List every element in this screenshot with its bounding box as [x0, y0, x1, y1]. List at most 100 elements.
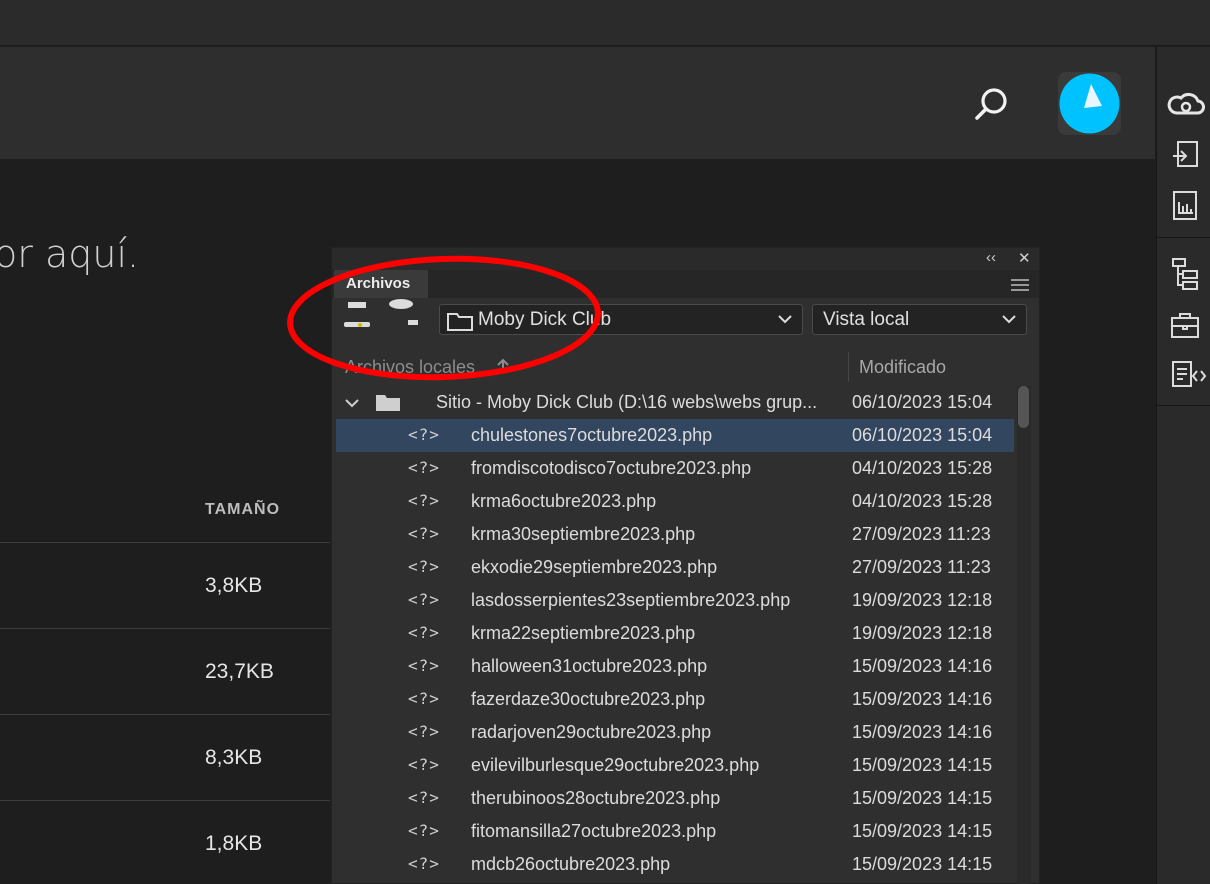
php-file-icon: <?> — [408, 524, 440, 543]
file-modified-date: 15/09/2023 14:16 — [852, 722, 993, 742]
site-root-row[interactable]: Sitio - Moby Dick Club (D:\16 webs\webs … — [336, 386, 1014, 419]
file-name: lasdosserpientes23septiembre2023.php — [471, 590, 791, 610]
scrollbar-thumb[interactable] — [1018, 386, 1029, 428]
size-value: 8,3KB — [205, 746, 263, 769]
file-row[interactable]: <?> fromdiscotodisco7octubre2023.php 04/10… — [336, 452, 1014, 485]
toolbar-divider — [1157, 237, 1210, 238]
collapse-panel-button[interactable]: ‹‹ — [986, 249, 996, 266]
file-modified-date: 15/09/2023 14:16 — [852, 656, 993, 676]
vertical-scrollbar[interactable] — [1017, 386, 1031, 884]
toolbar-divider — [1157, 405, 1210, 406]
site-select[interactable]: Moby Dick Club — [439, 304, 803, 335]
php-file-icon: <?> — [408, 557, 440, 576]
php-file-icon: <?> — [408, 821, 440, 840]
php-file-icon: <?> — [408, 689, 440, 708]
php-file-icon: <?> — [408, 722, 440, 741]
transfer-icon — [389, 299, 418, 325]
files-toolbar: Moby Dick Club Vista local — [332, 298, 1039, 343]
file-row[interactable]: <?> evilevilburlesque29octubre2023.php 15/… — [336, 749, 1014, 782]
plug-icon — [344, 302, 370, 327]
file-name: krma30septiembre2023.php — [471, 524, 696, 544]
php-file-icon: <?> — [408, 425, 440, 444]
hamburger-icon — [1011, 279, 1029, 291]
file-name: krma22septiembre2023.php — [471, 623, 696, 643]
file-row[interactable]: <?> fazerdaze30octubre2023.php 15/09/2023 … — [336, 683, 1014, 716]
files-panel: ‹‹ ✕ Archivos Moby Dick Club Vista local… — [331, 247, 1040, 884]
column-local-files[interactable]: Archivos locales — [345, 357, 475, 378]
size-value: 23,7KB — [205, 660, 274, 683]
chevron-down-icon — [778, 315, 792, 324]
file-name: radarjoven29octubre2023.php — [471, 722, 712, 742]
search-button[interactable] — [970, 83, 1014, 127]
file-name: fazerdaze30octubre2023.php — [471, 689, 706, 709]
tab-archivos[interactable]: Archivos — [334, 270, 428, 298]
assets-icon[interactable] — [1169, 309, 1201, 341]
php-file-icon: <?> — [408, 491, 440, 510]
file-row[interactable]: <?> ekxodie29septiembre2023.php 27/09/2023… — [336, 551, 1014, 584]
file-row[interactable]: <?> krma6octubre2023.php 04/10/2023 15:28 — [336, 485, 1014, 518]
file-name: fitomansilla27octubre2023.php — [471, 821, 717, 841]
file-row[interactable]: <?> chulestones7octubre2023.php 06/10/2023… — [336, 419, 1014, 452]
file-list: Sitio - Moby Dick Club (D:\16 webs\webs … — [336, 386, 1014, 884]
file-modified-date: 15/09/2023 14:15 — [852, 821, 993, 841]
php-file-icon: <?> — [408, 755, 440, 774]
chevron-down-icon[interactable] — [345, 398, 359, 408]
file-row[interactable]: <?> mdcb26octubre2023.php 15/09/2023 14:15 — [336, 848, 1014, 881]
file-modified-date: 19/09/2023 12:18 — [852, 623, 993, 643]
file-name: therubinoos28octubre2023.php — [471, 788, 721, 808]
size-row: 23,7KB — [0, 628, 330, 714]
avatar[interactable] — [1058, 72, 1121, 135]
insert-panel-icon[interactable] — [1169, 139, 1201, 171]
size-row: 1,8KB — [0, 800, 330, 884]
creative-cloud-icon[interactable] — [1167, 89, 1205, 121]
file-row[interactable]: <?> radarjoven29octubre2023.php 15/09/2023… — [336, 716, 1014, 749]
folder-icon — [447, 313, 473, 331]
file-modified-date: 27/09/2023 11:23 — [852, 524, 991, 544]
file-row[interactable]: <?> krma22septiembre2023.php 19/09/2023 12… — [336, 617, 1014, 650]
panel-menu-button[interactable] — [1011, 278, 1029, 291]
file-row[interactable]: <?> lasdosserpientes23septiembre2023.php 1… — [336, 584, 1014, 617]
size-value: 3,8KB — [205, 574, 263, 597]
view-select[interactable]: Vista local — [812, 304, 1027, 335]
hero-text: or aquí. — [0, 232, 140, 276]
file-row[interactable]: <?> halloween31octubre2023.php 15/09/2023 … — [336, 650, 1014, 683]
file-modified-date: 06/10/2023 15:04 — [852, 425, 993, 445]
file-row[interactable]: <?> therubinoos28octubre2023.php 15/09/202… — [336, 782, 1014, 815]
php-file-icon: <?> — [408, 656, 440, 675]
file-row[interactable]: <?> krma30septiembre2023.php 27/09/2023 11… — [336, 518, 1014, 551]
close-panel-button[interactable]: ✕ — [1018, 249, 1031, 267]
file-modified-date: 15/09/2023 14:15 — [852, 755, 993, 775]
properties-panel-icon[interactable] — [1169, 189, 1201, 221]
size-row: 8,3KB — [0, 714, 330, 800]
file-name: fromdiscotodisco7octubre2023.php — [471, 458, 752, 478]
file-modified-date: 15/09/2023 14:16 — [852, 689, 993, 709]
size-row: 3,8KB — [0, 542, 330, 628]
file-name: ekxodie29septiembre2023.php — [471, 557, 718, 577]
column-divider — [848, 352, 849, 382]
file-name: halloween31octubre2023.php — [471, 656, 708, 676]
connect-server-button[interactable] — [340, 300, 376, 330]
chevron-down-icon — [1002, 315, 1016, 324]
site-select-value: Moby Dick Club — [478, 309, 612, 330]
code-snippets-icon[interactable] — [1169, 359, 1209, 391]
file-modified-date: 15/09/2023 14:15 — [852, 854, 993, 874]
size-value: 1,8KB — [205, 832, 263, 855]
file-modified-date: 04/10/2023 15:28 — [852, 458, 993, 478]
php-file-icon: <?> — [408, 854, 440, 873]
file-name: evilevilburlesque29octubre2023.php — [471, 755, 760, 775]
app-header — [0, 47, 1155, 159]
folder-icon — [376, 395, 400, 411]
search-icon — [975, 88, 1007, 120]
panel-tab-strip: Archivos — [332, 270, 1039, 298]
php-file-icon: <?> — [408, 458, 440, 477]
get-put-files-button[interactable] — [384, 298, 418, 330]
right-toolbar — [1156, 47, 1210, 884]
file-row[interactable]: <?> fitomansilla27octubre2023.php 15/09/20… — [336, 815, 1014, 848]
column-modified[interactable]: Modificado — [859, 357, 946, 378]
panel-title-bar: ‹‹ ✕ — [332, 248, 1039, 270]
file-name: chulestones7octubre2023.php — [471, 425, 713, 445]
size-column-header: TAMAÑO — [205, 501, 281, 518]
php-file-icon: <?> — [408, 623, 440, 642]
dom-tree-icon[interactable] — [1169, 257, 1201, 290]
site-root-label: Sitio - Moby Dick Club (D:\16 webs\webs … — [436, 392, 818, 412]
